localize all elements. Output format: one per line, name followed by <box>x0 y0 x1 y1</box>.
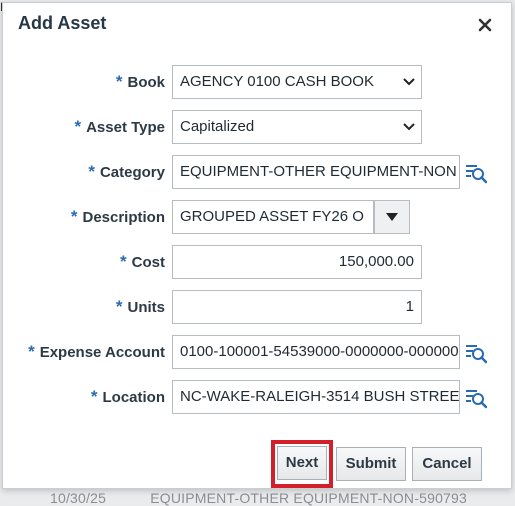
required-star: * <box>74 117 82 136</box>
book-select[interactable]: AGENCY 0100 CASH BOOK <box>172 65 422 99</box>
asset-type-label: * Asset Type <box>74 117 165 136</box>
add-asset-dialog: Add Asset * Book AGENCY 0100 CASH BOOK * A… <box>2 2 512 489</box>
asset-type-select[interactable]: Capitalized <box>172 110 422 144</box>
required-star: * <box>88 162 95 181</box>
background-row-category: EQUIPMENT-OTHER EQUIPMENT-NON-590793 <box>150 490 468 506</box>
asset-type-row: * Asset Type Capitalized <box>3 110 511 144</box>
required-star: * <box>70 207 78 226</box>
required-star: * <box>28 342 35 361</box>
chevron-down-icon <box>403 78 415 86</box>
search-lookup-icon[interactable] <box>465 162 487 184</box>
cancel-button[interactable]: Cancel <box>412 447 482 481</box>
triangle-down-icon <box>386 213 398 221</box>
location-input[interactable]: NC-WAKE-RALEIGH-3514 BUSH STREET <box>172 380 460 414</box>
description-label: * Description <box>70 207 165 226</box>
units-row: * Units 1 <box>3 290 511 324</box>
asset-type-value: Capitalized <box>180 118 255 135</box>
background-row-date: 10/30/25 <box>50 490 107 506</box>
category-label: * Category <box>88 162 165 181</box>
expense-account-input[interactable]: 0100-100001-54539000-0000000-000000 <box>172 335 460 369</box>
close-icon <box>478 18 492 32</box>
required-star: * <box>115 72 123 91</box>
required-star: * <box>120 252 127 271</box>
required-star: * <box>90 387 98 406</box>
close-button[interactable] <box>475 15 495 35</box>
next-button[interactable]: Next <box>277 446 327 480</box>
category-row: * Category EQUIPMENT-OTHER EQUIPMENT-NON <box>3 155 511 189</box>
cost-input[interactable]: 150,000.00 <box>172 245 422 279</box>
background-table-row: 10/30/25 EQUIPMENT-OTHER EQUIPMENT-NON-5… <box>50 490 507 506</box>
expense-account-label: * Expense Account <box>28 342 165 361</box>
description-row: * Description GROUPED ASSET FY26 O <box>3 200 511 234</box>
search-lookup-icon[interactable] <box>465 387 487 409</box>
submit-button[interactable]: Submit <box>336 447 406 481</box>
search-lookup-icon[interactable] <box>465 342 487 364</box>
cost-label: * Cost <box>120 252 165 271</box>
expense-account-row: * Expense Account 0100-100001-54539000-00… <box>3 335 511 369</box>
location-label: * Location <box>90 387 165 406</box>
category-input[interactable]: EQUIPMENT-OTHER EQUIPMENT-NON <box>172 155 460 189</box>
location-row: * Location NC-WAKE-RALEIGH-3514 BUSH STRE… <box>3 380 511 414</box>
cost-row: * Cost 150,000.00 <box>3 245 511 279</box>
book-row: * Book AGENCY 0100 CASH BOOK <box>3 65 511 99</box>
description-dropdown-button[interactable] <box>374 200 410 234</box>
units-input[interactable]: 1 <box>172 290 422 324</box>
required-star: * <box>115 297 123 316</box>
book-label: * Book <box>115 72 165 91</box>
chevron-down-icon <box>403 123 415 131</box>
description-input[interactable]: GROUPED ASSET FY26 O <box>172 200 374 234</box>
book-value: AGENCY 0100 CASH BOOK <box>180 73 374 90</box>
dialog-title: Add Asset <box>18 13 107 33</box>
units-label: * Units <box>115 297 165 316</box>
